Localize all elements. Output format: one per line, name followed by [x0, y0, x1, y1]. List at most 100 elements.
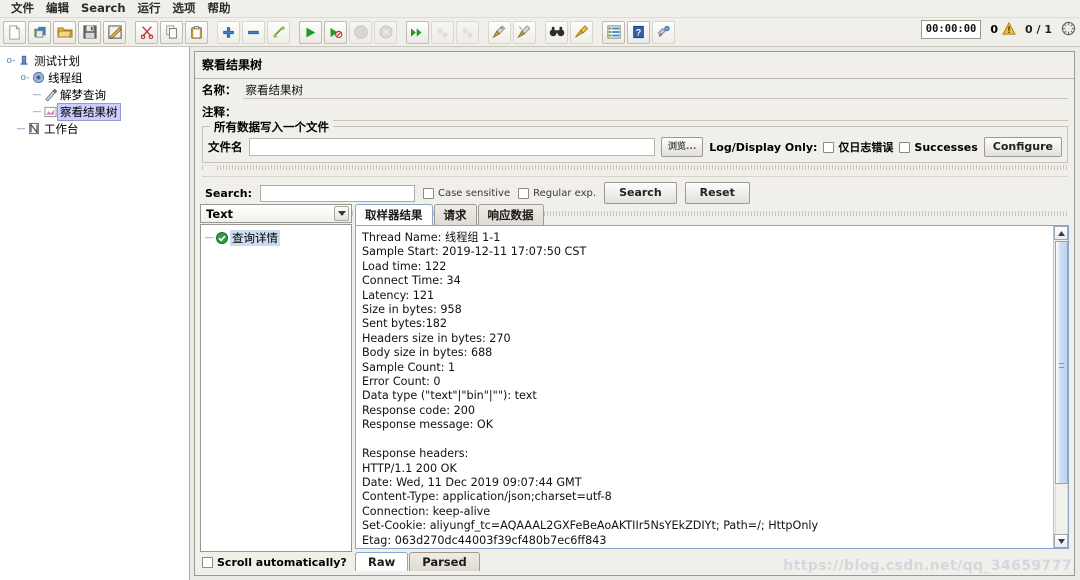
checkbox-box[interactable]	[518, 187, 530, 199]
checkbox-box[interactable]	[899, 141, 911, 153]
tab-parsed[interactable]: Parsed	[409, 552, 480, 571]
test-plan-tree[interactable]: o- 测试计划 o- 线程组 — 解梦查询 — 察看结果树 — 工作台	[0, 47, 190, 580]
menu-item-file[interactable]: 文件	[5, 0, 40, 17]
sampler-result-list[interactable]: — 查询详情	[200, 224, 352, 552]
reset-button[interactable]: Reset	[684, 182, 750, 204]
menu-item-help[interactable]: 帮助	[202, 0, 237, 17]
shutdown-icon	[374, 20, 397, 44]
regular-exp-checkbox[interactable]: Regular exp.	[518, 187, 596, 199]
page-title: 察看结果树	[195, 52, 1074, 79]
write-results-to-file-group: 所有数据写入一个文件 文件名 浏览... Log/Display Only: 仅…	[202, 119, 1068, 163]
tree-label: 解梦查询	[60, 87, 106, 102]
expand-handle-icon[interactable]: o-	[20, 73, 30, 83]
tab-response-data[interactable]: 响应数据	[477, 204, 544, 225]
remote-stop-icon	[431, 20, 454, 44]
tree-node-view-results-tree[interactable]: — 察看结果树	[4, 102, 189, 121]
expand-handle-icon[interactable]: o-	[6, 56, 16, 66]
checkbox-box[interactable]	[823, 141, 835, 153]
scroll-up-icon[interactable]	[1054, 226, 1068, 240]
errors-only-checkbox[interactable]: 仅日志错误	[823, 139, 893, 155]
filename-input[interactable]	[248, 138, 655, 156]
broom-clear-icon[interactable]	[488, 20, 511, 44]
broom-reset-icon[interactable]	[570, 20, 593, 44]
scrollbar-thumb[interactable]	[1054, 241, 1068, 484]
tree-node-thread-group[interactable]: o- 线程组	[4, 69, 189, 86]
checkbox-box[interactable]	[422, 187, 434, 199]
search-button[interactable]: Search	[604, 182, 677, 204]
http-request-icon	[42, 88, 58, 101]
run-status-area: 00:00:00 0 0 / 1	[920, 20, 1076, 39]
tree-leaf-line: —	[16, 123, 26, 134]
play-no-pause-icon[interactable]	[324, 20, 347, 44]
main-split: o- 测试计划 o- 线程组 — 解梦查询 — 察看结果树 — 工作台 察看结果…	[0, 47, 1080, 580]
search-input[interactable]	[259, 184, 415, 202]
broom-clear-all-icon[interactable]	[513, 20, 536, 44]
save-as-icon[interactable]	[103, 20, 126, 44]
new-file-icon[interactable]	[3, 20, 26, 44]
minus-icon[interactable]	[242, 20, 265, 44]
plus-icon[interactable]	[217, 20, 240, 44]
splitter-top[interactable]	[202, 165, 1068, 171]
log-display-only-label: Log/Display Only:	[709, 140, 818, 154]
tree-node-http-request[interactable]: — 解梦查询	[4, 86, 189, 103]
results-content: Text — 查询详情 Scroll automatically? 取样器结果 …	[200, 204, 1069, 571]
checkbox-box[interactable]	[202, 557, 213, 568]
configure-button[interactable]: Configure	[983, 137, 1062, 157]
filename-label: 文件名	[208, 140, 243, 154]
function-helper-icon[interactable]	[602, 20, 625, 44]
list-item[interactable]: — 查询详情	[204, 229, 351, 246]
render-combo-value: Text	[206, 206, 234, 221]
success-check-icon	[214, 231, 230, 244]
tab-sampler-result[interactable]: 取样器结果	[355, 204, 433, 225]
open-folder-icon[interactable]	[53, 20, 76, 44]
vertical-scrollbar[interactable]	[1053, 226, 1068, 548]
tree-node-test-plan[interactable]: o- 测试计划	[4, 52, 189, 69]
scroll-down-icon[interactable]	[1054, 534, 1068, 548]
scissors-icon[interactable]	[135, 20, 158, 44]
menu-bar: 文件 编辑 Search 运行 选项 帮助	[0, 0, 1080, 18]
comment-input[interactable]	[242, 103, 1068, 121]
binoculars-icon[interactable]	[545, 20, 568, 44]
toolbox-icon[interactable]	[652, 20, 675, 44]
menu-item-search[interactable]: Search	[75, 0, 132, 17]
save-disk-icon[interactable]	[78, 20, 101, 44]
tab-request[interactable]: 请求	[433, 204, 477, 225]
warning-status[interactable]: 0	[990, 21, 1016, 38]
jmeter-window: 文件 编辑 Search 运行 选项 帮助 ? 00:00:00 0 0 / 1…	[0, 0, 1080, 580]
search-label: Search:	[205, 186, 252, 200]
help-book-icon[interactable]: ?	[627, 20, 650, 44]
browse-button[interactable]: 浏览...	[660, 137, 704, 157]
scroll-automatically-checkbox[interactable]: Scroll automatically?	[202, 556, 347, 569]
name-input[interactable]	[242, 81, 1068, 99]
tree-leaf-line: —	[32, 89, 42, 100]
checkbox-label: Case sensitive	[437, 187, 511, 199]
checkbox-label: Successes	[914, 140, 978, 154]
result-tabs: 取样器结果 请求 响应数据	[355, 204, 1069, 225]
menu-item-run[interactable]: 运行	[132, 0, 167, 17]
result-text-wrap: Thread Name: 线程组 1-1 Sample Start: 2019-…	[355, 225, 1069, 549]
clipboard-icon[interactable]	[185, 20, 208, 44]
successes-checkbox[interactable]: Successes	[899, 140, 978, 154]
tree-leaf-line: —	[32, 106, 42, 117]
render-combo[interactable]: Text	[200, 204, 352, 223]
remote-start-icon[interactable]	[406, 20, 429, 44]
templates-icon[interactable]	[28, 20, 51, 44]
case-sensitive-checkbox[interactable]: Case sensitive	[422, 187, 511, 199]
scrollbar-track[interactable]	[1054, 485, 1068, 534]
sampler-result-text[interactable]: Thread Name: 线程组 1-1 Sample Start: 2019-…	[356, 226, 1053, 548]
checkbox-label: 仅日志错误	[838, 141, 894, 154]
test-plan-icon	[16, 54, 32, 67]
toolbar: ? 00:00:00 0 0 / 1	[0, 18, 1080, 47]
chevron-down-icon[interactable]	[334, 206, 349, 221]
filename-row: 文件名 浏览... Log/Display Only: 仅日志错误 Succes…	[208, 137, 1062, 157]
tree-node-workbench[interactable]: — 工作台	[4, 120, 189, 137]
comment-label: 注释：	[202, 105, 237, 119]
play-green-icon[interactable]	[299, 20, 322, 44]
name-row: 名称：	[195, 79, 1074, 101]
copy-icon[interactable]	[160, 20, 183, 44]
menu-item-edit[interactable]: 编辑	[40, 0, 75, 17]
tree-leaf-line: —	[204, 232, 214, 243]
menu-item-options[interactable]: 选项	[167, 0, 202, 17]
tab-raw[interactable]: Raw	[355, 552, 409, 571]
toggle-icon[interactable]	[267, 20, 290, 44]
